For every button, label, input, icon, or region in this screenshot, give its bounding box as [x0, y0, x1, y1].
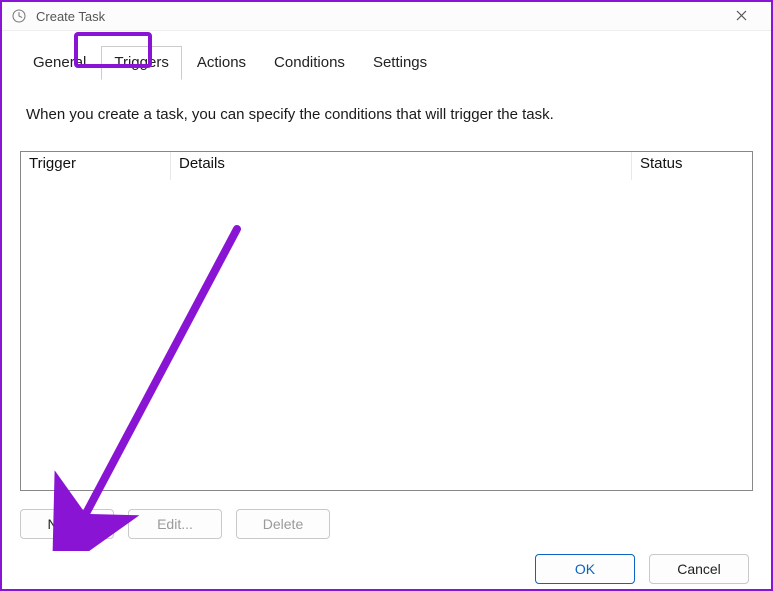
- dialog-footer: OK Cancel: [2, 549, 771, 589]
- clock-icon: [10, 7, 28, 25]
- column-status[interactable]: Status: [632, 152, 752, 180]
- cancel-button[interactable]: Cancel: [649, 554, 749, 584]
- tab-actions[interactable]: Actions: [184, 46, 259, 80]
- delete-button[interactable]: Delete: [236, 509, 330, 539]
- close-button[interactable]: [719, 2, 763, 30]
- tab-conditions[interactable]: Conditions: [261, 46, 358, 80]
- ok-button[interactable]: OK: [535, 554, 635, 584]
- close-icon: [736, 8, 747, 24]
- tab-general[interactable]: General: [20, 46, 99, 80]
- tab-strip: General Triggers Actions Conditions Sett…: [20, 45, 753, 80]
- new-button[interactable]: New...: [20, 509, 114, 539]
- window-title: Create Task: [36, 9, 719, 24]
- triggers-listview[interactable]: Trigger Details Status: [20, 151, 753, 491]
- column-trigger[interactable]: Trigger: [21, 152, 171, 180]
- column-details[interactable]: Details: [171, 152, 632, 180]
- tab-triggers[interactable]: Triggers: [101, 46, 181, 80]
- list-header: Trigger Details Status: [21, 152, 752, 180]
- edit-button[interactable]: Edit...: [128, 509, 222, 539]
- tab-settings[interactable]: Settings: [360, 46, 440, 80]
- create-task-dialog: Create Task General Triggers Actions Con…: [0, 0, 773, 591]
- tab-description: When you create a task, you can specify …: [26, 106, 747, 123]
- titlebar: Create Task: [2, 2, 771, 31]
- dialog-body: General Triggers Actions Conditions Sett…: [2, 31, 771, 549]
- trigger-action-buttons: New... Edit... Delete: [20, 509, 753, 539]
